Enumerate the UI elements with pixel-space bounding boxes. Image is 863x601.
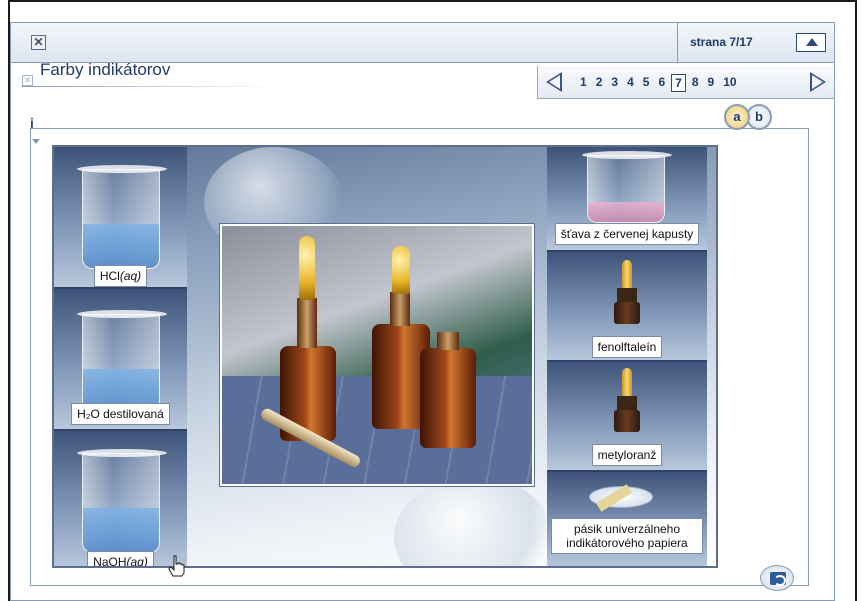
top-bar: ✕ strana 7/17 xyxy=(11,23,834,63)
title-underline xyxy=(22,86,277,87)
solutions-column: HCl(aq) H₂O destilovaná NaOH (aq) xyxy=(54,147,187,568)
indicators-column: šťava z červenej kapusty fenolftaleín me… xyxy=(547,147,707,566)
solution-water[interactable]: H₂O destilovaná xyxy=(54,289,187,431)
indicator-cabbage[interactable]: šťava z červenej kapusty xyxy=(547,147,707,252)
solution-label: HCl xyxy=(99,269,120,283)
info-icon[interactable]: i xyxy=(30,115,44,145)
indicator-methyl-orange[interactable]: metyloranž xyxy=(547,362,707,472)
next-page-button[interactable] xyxy=(810,72,826,92)
page-number-list: 1 2 3 4 5 6 7 8 9 10 xyxy=(580,74,746,92)
beaker-icon xyxy=(77,165,167,269)
solution-naoh[interactable]: NaOH (aq) xyxy=(54,431,187,568)
indicator-phenolphthalein[interactable]: fenolftaleín xyxy=(547,252,707,362)
page-number-5[interactable]: 5 xyxy=(643,74,650,92)
scroll-up-button[interactable] xyxy=(796,33,826,52)
solution-suffix: (aq) xyxy=(126,555,148,568)
page-number-1[interactable]: 1 xyxy=(580,74,587,92)
indicator-bottles-photo xyxy=(219,223,535,487)
close-icon[interactable]: ✕ xyxy=(31,35,46,50)
variant-tabs: b a xyxy=(714,104,784,132)
page-number-3[interactable]: 3 xyxy=(611,74,618,92)
page-number-6[interactable]: 6 xyxy=(658,74,665,92)
tab-a[interactable]: a xyxy=(724,104,750,130)
triangle-up-icon xyxy=(806,38,818,46)
indicator-ph-paper[interactable]: pásik univerzálneho indikátorového papie… xyxy=(547,472,707,566)
solution-label: H₂O destilovaná xyxy=(71,403,170,425)
page-number-4[interactable]: 4 xyxy=(627,74,634,92)
page-number-7[interactable]: 7 xyxy=(671,74,686,92)
page-number-8[interactable]: 8 xyxy=(692,74,699,92)
beaker-icon xyxy=(77,449,167,553)
beaker-icon xyxy=(77,310,167,414)
page-number-9[interactable]: 9 xyxy=(708,74,715,92)
solution-suffix: (aq) xyxy=(119,269,142,283)
hand-cursor-icon xyxy=(168,555,185,577)
page-counter: strana 7/17 xyxy=(690,35,753,49)
refresh-button[interactable] xyxy=(760,565,794,591)
solution-label: NaOH xyxy=(93,555,127,568)
page-title: Farby indikátorov xyxy=(40,60,171,79)
indicator-label: šťava z červenej kapusty xyxy=(554,223,700,245)
indicator-label: fenolftaleín xyxy=(591,336,663,358)
page-indicator: strana 7/17 xyxy=(677,23,834,63)
beaker-icon xyxy=(582,151,672,223)
solution-hcl[interactable]: HCl(aq) xyxy=(54,147,187,289)
close-icon[interactable]: ✕ xyxy=(22,75,33,86)
dropper-bottle-icon xyxy=(614,368,640,432)
page-navigation: 1 2 3 4 5 6 7 8 9 10 xyxy=(537,66,834,99)
cloud-decoration xyxy=(394,477,554,566)
page-number-2[interactable]: 2 xyxy=(596,74,603,92)
previous-page-button[interactable] xyxy=(546,72,562,92)
refresh-icon xyxy=(770,572,786,586)
indicator-label: metyloranž xyxy=(591,444,663,466)
dropper-bottle-icon xyxy=(614,260,640,324)
page-number-10[interactable]: 10 xyxy=(723,74,736,92)
indicator-label: pásik univerzálneho indikátorového papie… xyxy=(551,518,703,554)
